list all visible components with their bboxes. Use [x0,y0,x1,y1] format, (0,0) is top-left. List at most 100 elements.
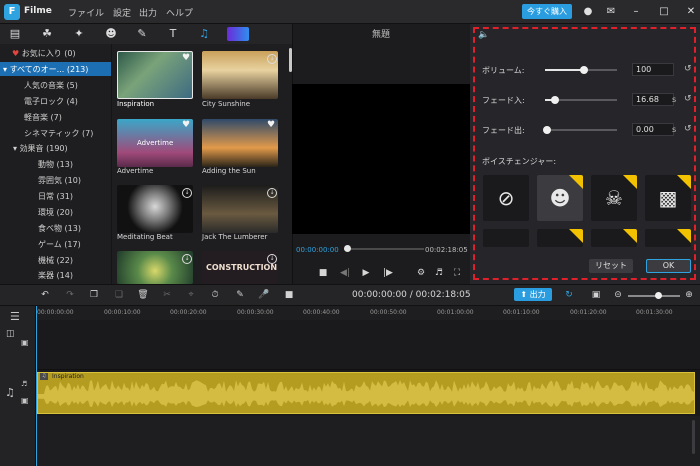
fadeout-reset-icon[interactable]: ↺ [684,124,692,134]
calendar-icon[interactable]: ▤ [8,27,22,41]
voice-beard-man[interactable]: ☻ [537,175,583,221]
preview-progress-knob[interactable] [344,245,351,252]
voice-robot[interactable]: ▩ [645,175,691,221]
reset-button[interactable]: リセット [589,259,633,273]
sparkle-icon[interactable]: ✦ [72,27,86,41]
paste-icon[interactable]: ❏ [112,289,126,301]
delete-icon[interactable]: 🗑 [136,289,150,301]
menu-settings[interactable]: 設定 [113,6,131,19]
buy-now-button[interactable]: 今すぐ購入 [522,4,572,19]
voice-monster[interactable]: ☠ [591,175,637,221]
tree-all-music[interactable]: ▾ すべてのオー... (213) [3,64,88,75]
volume-reset-icon[interactable]: ↺ [684,64,692,74]
menu-help[interactable]: ヘルプ [166,6,193,19]
tree-favorites[interactable]: ♥ お気に入り (0) [12,48,76,59]
account-icon[interactable]: ● [580,4,596,19]
tree-item[interactable]: 食べ物 (13) [38,223,81,234]
minimize-icon[interactable]: – [628,4,644,19]
download-icon[interactable]: ↓ [267,254,277,264]
menu-export[interactable]: 出力 [139,6,157,19]
settings-gear-icon[interactable]: ⚙ [414,266,428,280]
timeline-scrollbar[interactable] [692,420,695,454]
tree-item[interactable]: 電子ロック (4) [24,96,78,107]
tracks-menu-icon[interactable]: ☰ [10,310,20,323]
tree-item[interactable]: 環境 (20) [38,207,73,218]
preview-title: 無題 [371,30,390,40]
ok-button[interactable]: OK [646,259,691,273]
voice-option[interactable] [591,229,637,247]
speed-icon[interactable]: ⏱ [208,289,222,301]
mail-icon[interactable]: ✉ [603,4,619,19]
tree-item[interactable]: 動物 (13) [38,159,73,170]
copy-icon[interactable]: ❐ [87,289,101,301]
volume-value-input[interactable]: 100 [632,63,674,76]
voice-option[interactable] [645,229,691,247]
edit-pen-icon[interactable]: ✎ [233,289,247,301]
voice-option[interactable] [483,229,529,247]
track-volume-icon[interactable]: ♬ [21,380,27,388]
music-icon[interactable]: ♫ [197,27,211,41]
menu-file[interactable]: ファイル [68,6,104,19]
fullscreen-icon[interactable]: ⛶ [450,266,464,280]
fadein-value-input[interactable]: 16.68 [632,93,674,106]
audio-clip[interactable] [37,372,695,414]
fadein-slider-knob[interactable] [551,96,559,104]
microphone-icon[interactable]: 🎤 [257,289,271,301]
fadeout-value-input[interactable]: 0.00 [632,123,674,136]
fadein-reset-icon[interactable]: ↺ [684,94,692,104]
zoom-slider-track[interactable] [628,295,680,297]
tree-item[interactable]: 楽器 (14) [38,270,73,281]
video-track[interactable] [36,320,700,370]
tree-item[interactable]: 人気の音楽 (5) [24,80,78,91]
export-button[interactable]: ⬆ 出力 [514,288,552,301]
download-icon[interactable]: ↓ [267,188,277,198]
zoom-in-icon[interactable]: ⊕ [682,289,696,301]
loop-icon[interactable]: ↻ [562,289,576,301]
download-icon[interactable]: ↓ [182,254,192,264]
fit-icon[interactable]: ▣ [589,289,603,301]
restore-icon[interactable]: □ [656,4,672,19]
camera-icon[interactable]: ■ [282,289,296,301]
tree-item[interactable]: 雰囲気 (10) [38,175,81,186]
stop-icon[interactable]: ■ [316,266,330,280]
fadeout-slider-track[interactable] [545,129,617,131]
favorite-heart-icon[interactable]: ♥ [182,120,190,130]
layers-icon[interactable]: ☘ [40,27,54,41]
tree-item[interactable]: 日常 (31) [38,191,73,202]
close-icon[interactable]: ✕ [683,4,699,19]
tree-item[interactable]: 機械 (22) [38,255,73,266]
volume-icon[interactable]: ♬ [432,266,446,280]
download-icon[interactable]: ↓ [182,188,192,198]
lock-icon[interactable]: ▣ [21,338,29,347]
playhead[interactable] [36,306,37,466]
volume-label: ボリューム: [482,66,525,75]
lock-icon[interactable]: ▣ [21,396,29,405]
favorite-heart-icon[interactable]: ♥ [182,53,190,63]
preview-progress-bar[interactable] [344,248,424,250]
tree-sfx[interactable]: ▾ 効果音 (190) [13,143,68,154]
favorite-heart-icon[interactable]: ♥ [267,120,275,130]
voice-none[interactable]: ⊘ [483,175,529,221]
zoom-slider-knob[interactable] [655,292,662,299]
download-icon[interactable]: ↓ [267,54,277,64]
effects-tip-icon[interactable] [227,27,249,41]
tree-item[interactable]: 軽音楽 (7) [24,112,62,123]
tree-item[interactable]: シネマティック (7) [24,128,93,139]
fadeout-slider-knob[interactable] [543,126,551,134]
zoom-out-icon[interactable]: ⊝ [611,289,625,301]
crop-icon[interactable]: ⌖ [184,289,198,301]
voice-option[interactable] [537,229,583,247]
text-icon[interactable]: T [166,27,180,41]
ruler-tick: 00:00:40:00 [303,309,340,316]
volume-slider-knob[interactable] [580,66,588,74]
prev-frame-icon[interactable]: ◀| [338,266,352,280]
tree-item[interactable]: ゲーム (17) [38,239,81,250]
undo-icon[interactable]: ↶ [38,289,52,301]
preview-current-time: 00:00:00:00 [296,246,339,254]
redo-icon[interactable]: ↷ [63,289,77,301]
edit-icon[interactable]: ✎ [135,27,149,41]
cut-icon[interactable]: ✂ [160,289,174,301]
play-icon[interactable]: ▶ [359,266,373,280]
emoji-icon[interactable]: ☻ [104,27,118,41]
next-frame-icon[interactable]: |▶ [381,266,395,280]
